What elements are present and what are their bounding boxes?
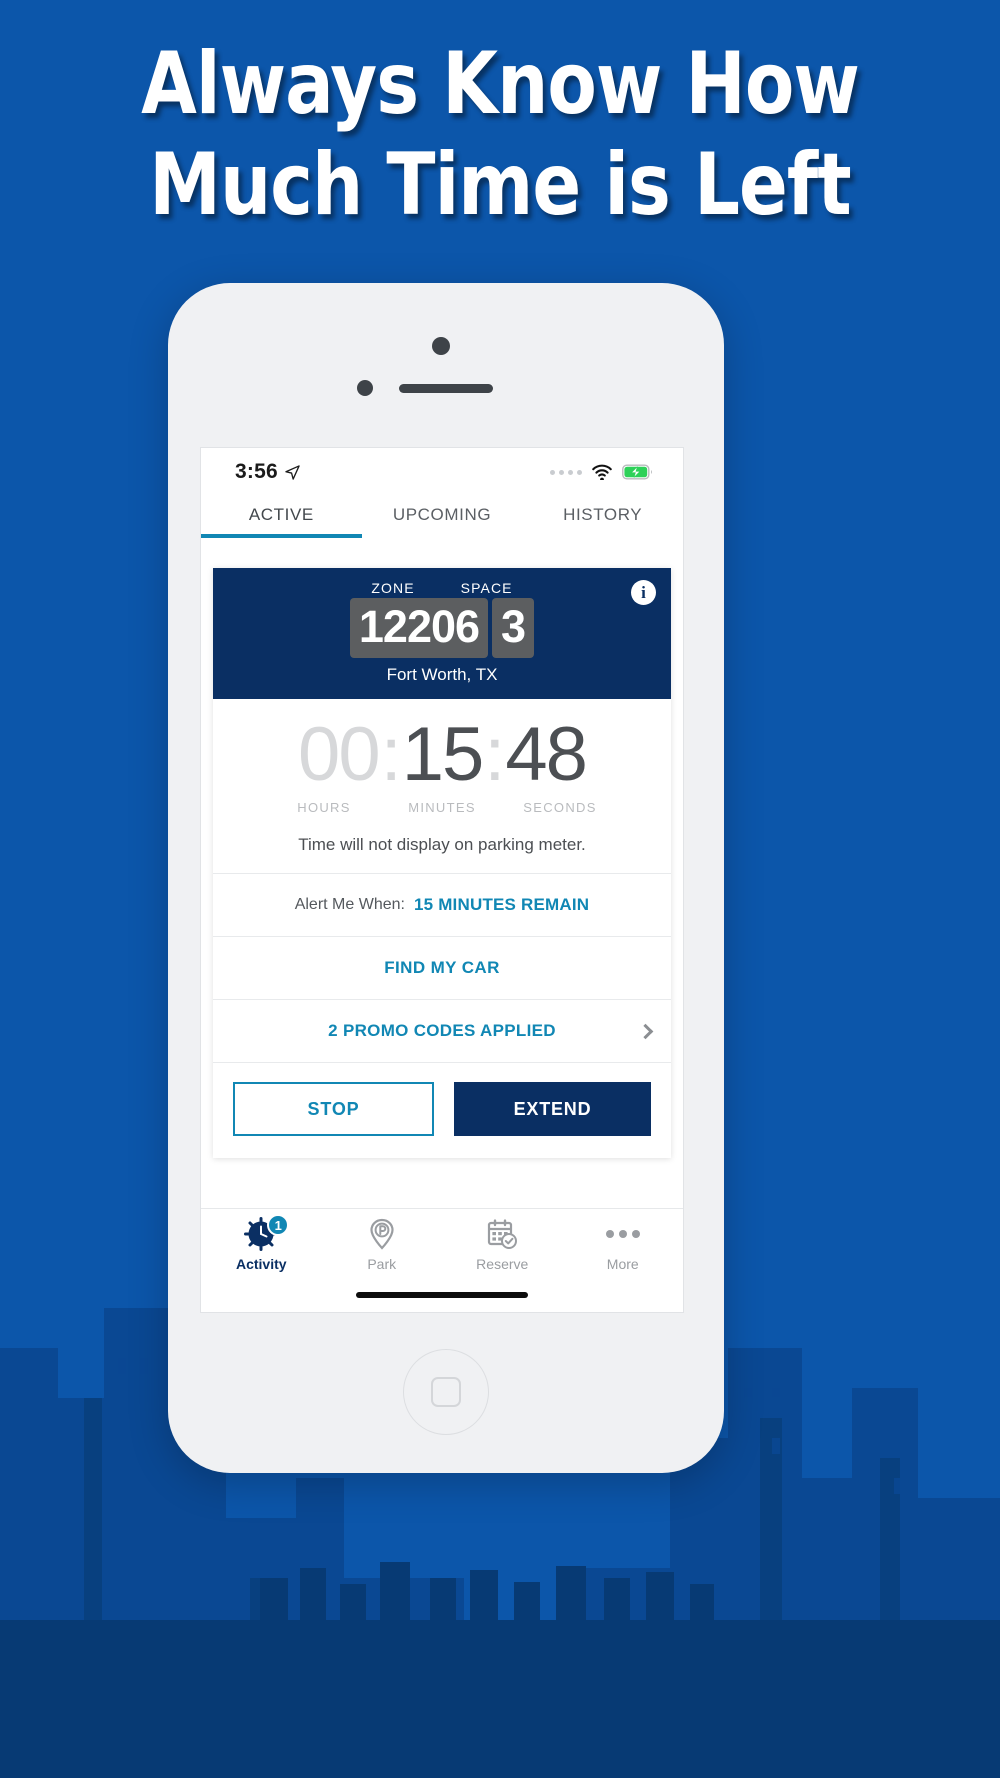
nav-item-more[interactable]: More (563, 1217, 684, 1283)
home-button[interactable] (403, 1349, 489, 1435)
zone-city: Fort Worth, TX (386, 665, 498, 684)
status-bar: 3:56 (201, 448, 683, 496)
session-action-buttons: STOP EXTEND (213, 1062, 671, 1158)
wifi-icon (592, 464, 612, 480)
zone-space-labels: ZONE SPACE (213, 580, 671, 596)
calendar-check-icon (488, 1219, 518, 1249)
nav-item-reserve[interactable]: Reserve (442, 1217, 563, 1283)
promo-codes-label: 2 PROMO CODES APPLIED (328, 1021, 556, 1040)
phone-earpiece (399, 384, 493, 393)
tab-active-label: ACTIVE (248, 505, 314, 524)
zone-value: 12206 (349, 598, 489, 658)
home-indicator (356, 1292, 528, 1298)
battery-charging-icon (622, 464, 652, 480)
extend-button-label: EXTEND (513, 1098, 592, 1119)
meter-note: Time will not display on parking meter. (298, 835, 586, 854)
tab-bar[interactable]: ACTIVE UPCOMING HISTORY (201, 496, 683, 554)
space-label: SPACE (460, 580, 513, 596)
headline-line-2: Much Time is Left (149, 135, 851, 236)
tab-history-label: HISTORY (563, 505, 643, 524)
timer-seconds: 48 (505, 712, 588, 797)
timer-labels: HOURS MINUTES SECONDS (213, 800, 671, 815)
nav-label-more: More (606, 1256, 639, 1272)
zone-header: i ZONE SPACE 12206 3 Fort Worth, TX (213, 568, 671, 699)
info-icon[interactable]: i (631, 580, 656, 605)
nav-item-park[interactable]: Park (322, 1217, 443, 1283)
headline-line-1: Always Know How (141, 34, 860, 134)
status-bar-left: 3:56 (235, 460, 300, 484)
timer-minutes: 15 (401, 712, 485, 797)
alert-value: 15 MINUTES REMAIN (413, 895, 590, 914)
timer-minutes-label: MINUTES (408, 800, 476, 815)
tab-upcoming[interactable]: UPCOMING (362, 496, 523, 525)
find-my-car-row[interactable]: FIND MY CAR (213, 936, 671, 999)
stop-button-label: STOP (307, 1098, 360, 1119)
phone-camera-dot (357, 380, 373, 396)
bottom-navigation: 1 Activity Park Reserve More (201, 1208, 683, 1312)
tab-history[interactable]: HISTORY (522, 496, 683, 525)
timer-separator-1: : (380, 712, 402, 797)
ellipsis-icon (605, 1217, 640, 1251)
status-bar-right (550, 464, 653, 480)
parking-pin-icon (370, 1218, 394, 1250)
zone-label: ZONE (371, 580, 415, 596)
timer-hours-label: HOURS (297, 800, 351, 815)
signal-dots-icon (550, 469, 582, 475)
timer-separator-2: : (484, 712, 505, 797)
timer-digits: 00 : 15 : 48 (213, 717, 671, 793)
alert-label: Alert Me When: (294, 896, 405, 913)
page-title: Always Know How Much Time is Left (35, 34, 965, 237)
nav-label-reserve: Reserve (476, 1256, 529, 1272)
phone-mockup: 3:56 ACTIVE UPCOMING HISTORY i ZONE SPAC… (168, 283, 724, 1473)
tab-active[interactable]: ACTIVE (201, 496, 362, 538)
zone-space-values: 12206 3 (213, 598, 671, 658)
nav-item-activity[interactable]: 1 Activity (201, 1214, 322, 1283)
activity-badge: 1 (267, 1214, 290, 1236)
home-button-square (431, 1377, 461, 1407)
extend-button[interactable]: EXTEND (454, 1082, 651, 1136)
space-value: 3 (492, 598, 535, 658)
nav-label-activity: Activity (235, 1256, 287, 1272)
location-arrow-icon (285, 464, 300, 480)
timer-seconds-label: SECONDS (523, 800, 597, 815)
phone-screen: 3:56 ACTIVE UPCOMING HISTORY i ZONE SPAC… (200, 447, 684, 1313)
stop-button[interactable]: STOP (233, 1082, 434, 1136)
timer-hours: 00 (298, 712, 381, 797)
promo-codes-row[interactable]: 2 PROMO CODES APPLIED (213, 999, 671, 1062)
chevron-right-icon (637, 1023, 654, 1039)
nav-label-park: Park (367, 1256, 397, 1272)
alert-me-row[interactable]: Alert Me When: 15 MINUTES REMAIN (213, 873, 671, 936)
tab-upcoming-label: UPCOMING (392, 505, 492, 524)
active-session-card: i ZONE SPACE 12206 3 Fort Worth, TX 00 :… (213, 568, 671, 1158)
phone-sensor-dot (432, 337, 450, 355)
status-time: 3:56 (235, 460, 278, 483)
countdown-timer: 00 : 15 : 48 HOURS MINUTES SECONDS Time … (213, 699, 671, 873)
bottom-nav-items: 1 Activity Park Reserve More (201, 1209, 683, 1283)
find-my-car-label: FIND MY CAR (384, 958, 500, 977)
